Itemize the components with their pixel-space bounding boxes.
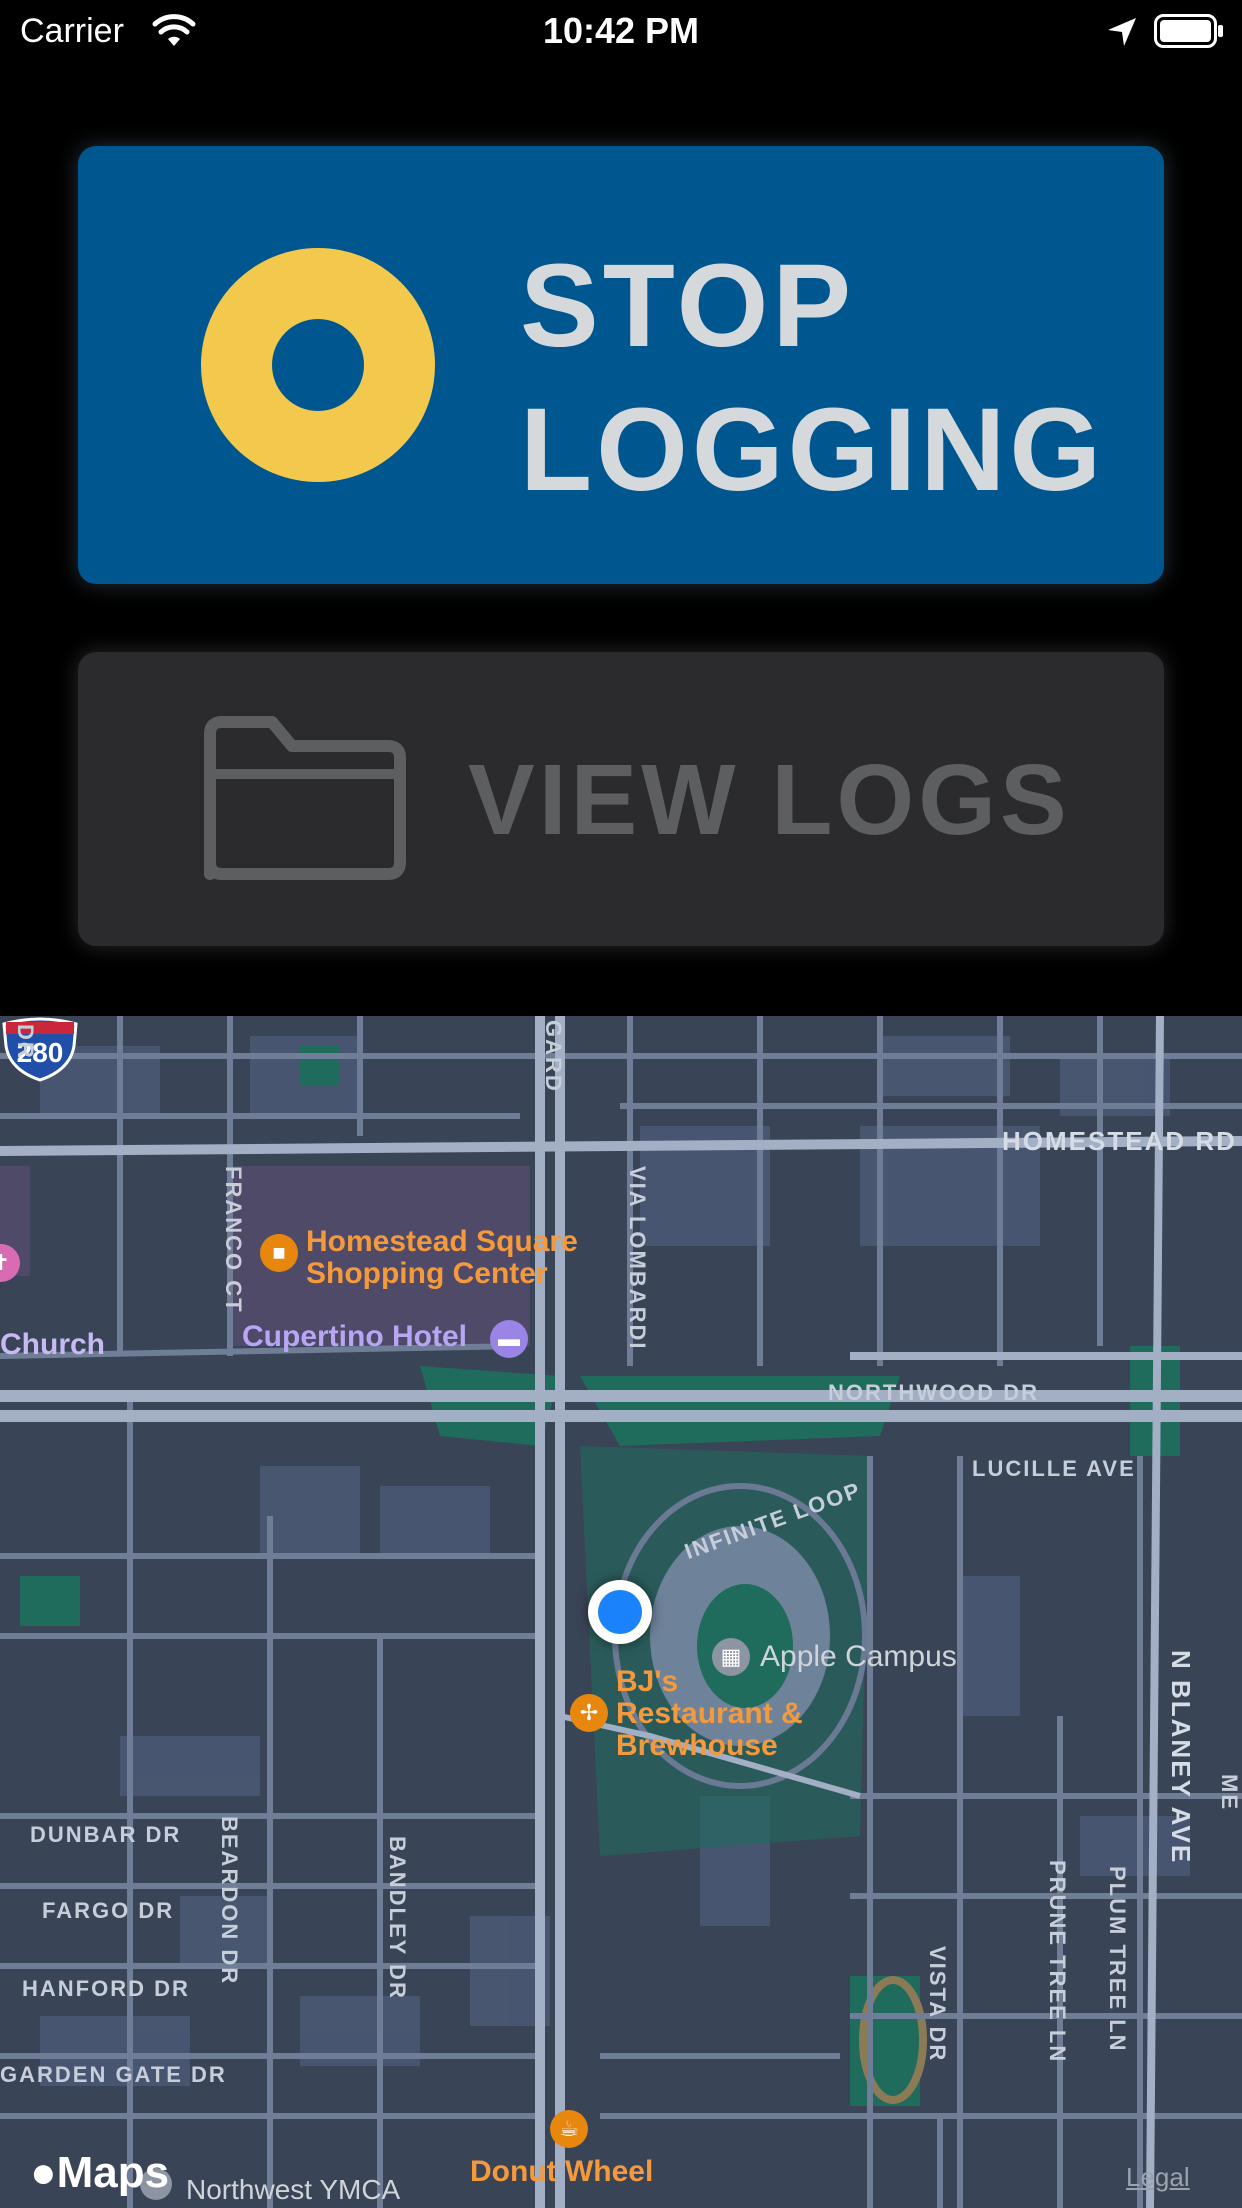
map-view[interactable]: 280 HOMESTEAD RD NORTHWOOD DR LUCILLE AV… bbox=[0, 1016, 1242, 2208]
bed-icon[interactable]: ▬ bbox=[490, 1320, 528, 1358]
street-via-lombardi: VIA LOMBARDI bbox=[625, 1166, 650, 1351]
apple-logo-icon: ● bbox=[30, 2148, 57, 2197]
street-vista-dr: VISTA DR bbox=[925, 1946, 950, 2063]
street-fargo-dr: FARGO DR bbox=[42, 1898, 175, 1923]
clock: 10:42 PM bbox=[542, 10, 700, 51]
coffee-cup-icon[interactable]: ☕ bbox=[550, 2110, 588, 2148]
street-plum-tree-ln: PLUM TREE LN bbox=[1105, 1866, 1130, 2053]
shopping-bag-icon[interactable]: ■ bbox=[260, 1234, 298, 1272]
record-ring-icon bbox=[201, 248, 435, 482]
street-n-blaney-ave: N BLANEY AVE bbox=[1166, 1650, 1196, 1865]
poi-church[interactable]: Church bbox=[0, 1328, 105, 1362]
street-northwood-dr: NORTHWOOD DR bbox=[828, 1380, 1039, 1405]
street-dr: DR bbox=[13, 1024, 38, 1060]
view-logs-label: VIEW LOGS bbox=[468, 744, 1071, 856]
stop-logging-button[interactable]: STOP LOGGING bbox=[78, 146, 1164, 584]
legal-link[interactable]: Legal bbox=[1126, 2162, 1190, 2193]
street-hanford-dr: HANFORD DR bbox=[22, 1976, 190, 2001]
street-homestead-rd: HOMESTEAD RD bbox=[1002, 1126, 1237, 1156]
street-beardon-dr: BEARDON DR bbox=[217, 1816, 242, 1986]
poi-northwest-ymca[interactable]: Northwest YMCA bbox=[186, 2174, 400, 2206]
street-garden-gate-dr: GARDEN GATE DR bbox=[0, 2062, 227, 2087]
stop-logging-label: STOP LOGGING bbox=[520, 240, 1106, 516]
street-prune-tree-ln: PRUNE TREE LN bbox=[1045, 1860, 1070, 2064]
status-bar: Carrier 10:42 PM bbox=[0, 0, 1242, 62]
location-arrow-icon bbox=[1108, 18, 1136, 46]
street-me: ME bbox=[1217, 1774, 1242, 1811]
poi-homestead-square[interactable]: Homestead Square Shopping Center bbox=[306, 1226, 578, 1290]
user-location-dot[interactable] bbox=[588, 1580, 652, 1644]
view-logs-button[interactable]: VIEW LOGS bbox=[78, 652, 1164, 946]
folder-icon bbox=[204, 716, 406, 880]
street-franco-ct: FRANCO CT bbox=[221, 1166, 246, 1314]
street-lucille-ave: LUCILLE AVE bbox=[972, 1456, 1136, 1481]
battery-icon bbox=[1154, 14, 1223, 48]
street-dunbar-dr: DUNBAR DR bbox=[30, 1822, 182, 1847]
poi-bjs-restaurant[interactable]: BJ's Restaurant & Brewhouse bbox=[616, 1666, 803, 1762]
apple-maps-logo: ●Maps bbox=[30, 2148, 170, 2197]
fork-knife-icon[interactable]: ✢ bbox=[570, 1694, 608, 1732]
street-gard: GARD bbox=[541, 1020, 566, 1093]
street-bandley-dr: BANDLEY DR bbox=[385, 1836, 410, 2000]
poi-donut-wheel[interactable]: Donut Wheel bbox=[470, 2156, 653, 2188]
poi-cupertino-hotel[interactable]: Cupertino Hotel bbox=[242, 1320, 467, 1354]
